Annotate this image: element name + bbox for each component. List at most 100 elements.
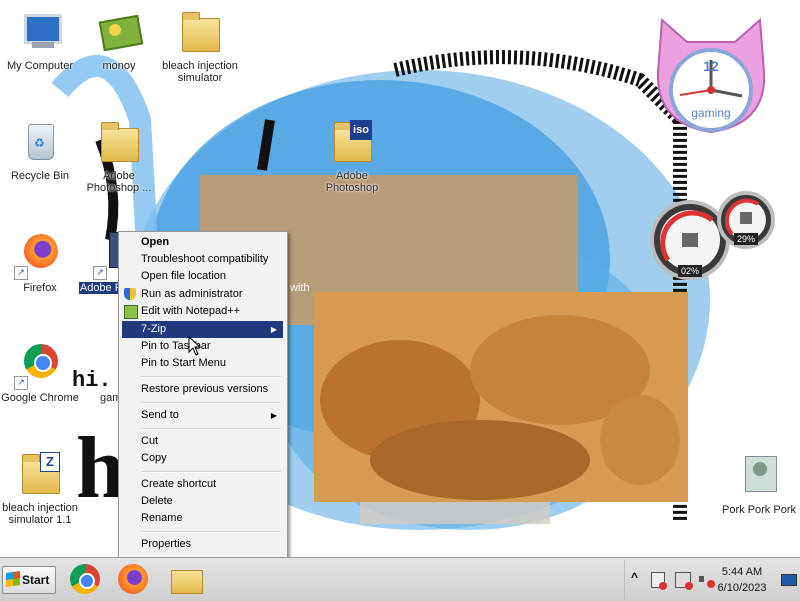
desktop-icon-monoy[interactable]: monoy bbox=[79, 8, 159, 72]
menu-item-label: Copy bbox=[141, 452, 167, 464]
clock-gadget[interactable]: 12 gaming bbox=[652, 12, 770, 137]
desktop-icon-pork-pork-pork[interactable]: Pork Pork Pork bbox=[719, 452, 799, 516]
menu-item-restore-previous-versions[interactable]: Restore previous versions bbox=[122, 381, 283, 398]
shortcut-arrow-icon: ↗ bbox=[93, 266, 107, 280]
memory-percent: 29% bbox=[734, 233, 758, 245]
menu-item-label: Pin to Start Menu bbox=[141, 357, 226, 369]
start-label: Start bbox=[22, 573, 50, 587]
menu-item-label: Cut bbox=[141, 435, 159, 447]
clock-label: gaming bbox=[691, 106, 731, 120]
menu-separator bbox=[141, 402, 281, 404]
network-icon[interactable] bbox=[675, 572, 693, 590]
firefox-icon bbox=[118, 564, 148, 594]
windows-logo-icon bbox=[6, 571, 20, 587]
firefox-icon: ↗ bbox=[14, 230, 64, 280]
clock-time[interactable]: 5:44 AM bbox=[707, 566, 777, 578]
clock-number: 12 bbox=[703, 58, 719, 74]
menu-separator bbox=[141, 471, 281, 473]
folder-icon bbox=[176, 8, 224, 56]
chrome-icon: ↗ bbox=[14, 340, 64, 390]
icon-label: Adobe Photoshop ... bbox=[86, 170, 152, 194]
clock-date[interactable]: 6/10/2023 bbox=[707, 582, 777, 594]
menu-item-label: Open file location bbox=[141, 270, 226, 282]
icon-label: Firefox bbox=[23, 282, 57, 294]
menu-item-delete[interactable]: Delete bbox=[122, 493, 283, 510]
show-desktop-icon[interactable] bbox=[781, 574, 797, 586]
icon-label: My Computer bbox=[6, 60, 74, 72]
icon-label: Google Chrome bbox=[1, 392, 79, 404]
menu-item-label: Send to bbox=[141, 409, 179, 421]
action-center-icon[interactable] bbox=[651, 572, 667, 590]
desktop-icon-adobe-photoshop-iso[interactable]: iso Adobe Photoshop bbox=[312, 118, 392, 194]
icon-label: bleach injection simulator 1.1 bbox=[2, 502, 78, 526]
menu-item-pin-to-taskbar[interactable]: Pin to Taskbar bbox=[122, 338, 283, 355]
desktop-icon-adobe-photoshop-folder[interactable]: Adobe Photoshop ... bbox=[79, 118, 159, 194]
menu-item-label: Delete bbox=[141, 495, 173, 507]
menu-item-troubleshoot-compatibility[interactable]: Troubleshoot compatibility bbox=[122, 251, 283, 268]
menu-item-run-as-administrator[interactable]: Run as administrator bbox=[122, 286, 283, 303]
mouse-cursor-icon bbox=[188, 336, 202, 356]
menu-item-label: Troubleshoot compatibility bbox=[141, 253, 269, 265]
icon-label: Recycle Bin bbox=[10, 170, 70, 182]
iso-badge: iso bbox=[350, 120, 372, 140]
menu-item-open-file-location[interactable]: Open file location bbox=[122, 268, 283, 285]
menu-item-label: Edit with Notepad++ bbox=[141, 305, 241, 317]
folder-icon bbox=[95, 118, 143, 166]
recycle-bin-icon: ♻ bbox=[16, 118, 64, 166]
menu-item-rename[interactable]: Rename bbox=[122, 510, 283, 527]
icon-label: bleach injection simulator bbox=[162, 60, 238, 84]
menu-item-7zip[interactable]: 7-Zip ▶ bbox=[122, 321, 283, 338]
menu-item-label: Properties bbox=[141, 538, 192, 550]
notepad-plus-plus-icon bbox=[124, 305, 138, 319]
desktop[interactable]: hi. h My Computer monoy bleach injection… bbox=[0, 0, 800, 557]
menu-separator bbox=[141, 531, 281, 533]
context-menu[interactable]: Open Troubleshoot compatibility Open fil… bbox=[118, 231, 288, 557]
money-icon bbox=[95, 8, 144, 56]
submenu-arrow-icon: ▶ bbox=[270, 411, 277, 420]
user-image-icon bbox=[735, 452, 783, 500]
shortcut-arrow-icon: ↗ bbox=[14, 266, 28, 280]
menu-item-properties[interactable]: Properties bbox=[122, 536, 283, 553]
taskbar: Start ^ 5:44 AM 6/10/2023 bbox=[0, 557, 800, 601]
menu-item-label: Open bbox=[141, 236, 170, 248]
shortcut-arrow-icon: ↗ bbox=[14, 376, 28, 390]
taskbar-chrome-button[interactable] bbox=[68, 562, 104, 596]
icon-label: Pork Pork Pork bbox=[722, 504, 796, 516]
menu-item-label: Rename bbox=[141, 512, 183, 524]
taskbar-explorer-button[interactable] bbox=[168, 562, 204, 596]
start-button[interactable]: Start bbox=[2, 566, 56, 594]
menu-item-open[interactable]: Open bbox=[122, 234, 283, 251]
desktop-icon-firefox[interactable]: ↗ Firefox bbox=[0, 230, 80, 294]
iso-file-icon: iso bbox=[328, 118, 376, 166]
icon-label: Adobe Photoshop bbox=[325, 170, 379, 194]
menu-separator bbox=[141, 376, 281, 378]
7zip-archive-icon: Z bbox=[16, 450, 64, 498]
taskbar-firefox-button[interactable] bbox=[116, 562, 152, 596]
desktop-icon-my-computer[interactable]: My Computer bbox=[0, 8, 80, 72]
tray-expand-button[interactable]: ^ bbox=[631, 570, 638, 584]
icon-label: monoy bbox=[102, 60, 136, 72]
computer-icon bbox=[16, 8, 64, 56]
menu-separator bbox=[141, 428, 281, 430]
menu-item-label: Restore previous versions bbox=[141, 383, 269, 395]
folder-icon bbox=[171, 570, 203, 594]
menu-item-cut[interactable]: Cut bbox=[122, 433, 283, 450]
menu-item-edit-with-notepad[interactable]: Edit with Notepad++ bbox=[122, 303, 283, 320]
partial-icon-label: with bbox=[290, 282, 310, 294]
desktop-icon-bleach-injection-simulator[interactable]: bleach injection simulator bbox=[160, 8, 240, 84]
menu-item-label: Run as administrator bbox=[141, 288, 243, 300]
menu-item-send-to[interactable]: Send to ▶ bbox=[122, 407, 283, 424]
menu-item-copy[interactable]: Copy bbox=[122, 450, 283, 467]
system-tray: ^ 5:44 AM 6/10/2023 bbox=[624, 560, 800, 600]
desktop-icon-bleach-injection-simulator-1-1[interactable]: Z bleach injection simulator 1.1 bbox=[0, 450, 80, 526]
submenu-arrow-icon: ▶ bbox=[270, 325, 277, 334]
menu-item-create-shortcut[interactable]: Create shortcut bbox=[122, 476, 283, 493]
desktop-icon-google-chrome[interactable]: ↗ Google Chrome bbox=[0, 340, 80, 404]
menu-item-label: Create shortcut bbox=[141, 478, 217, 490]
cpu-percent: 02% bbox=[678, 265, 702, 277]
menu-item-label: 7-Zip bbox=[141, 323, 167, 335]
cpu-meter-gadget[interactable]: 02% 29% bbox=[650, 190, 776, 282]
uac-shield-icon bbox=[124, 288, 136, 300]
menu-item-pin-to-start-menu[interactable]: Pin to Start Menu bbox=[122, 355, 283, 372]
desktop-icon-recycle-bin[interactable]: ♻ Recycle Bin bbox=[0, 118, 80, 182]
